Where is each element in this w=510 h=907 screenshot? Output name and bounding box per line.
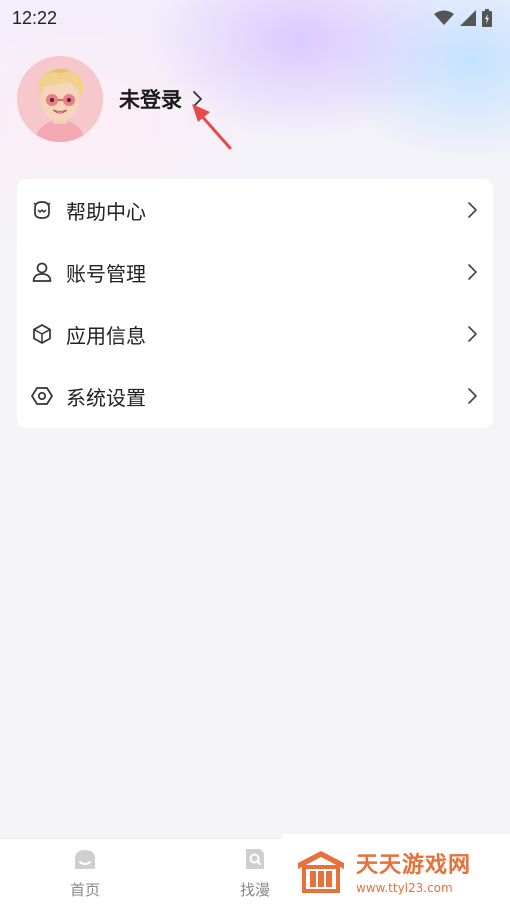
- settings-hexagon-icon: [31, 385, 53, 407]
- menu-item-label: 帮助中心: [66, 199, 146, 224]
- menu-item-system-settings[interactable]: 系统设置: [17, 365, 493, 427]
- watermark-title: 天天游戏网: [356, 852, 472, 878]
- status-time: 12:22: [12, 7, 58, 28]
- status-icons: [434, 9, 492, 27]
- menu-item-app-info[interactable]: 应用信息: [17, 303, 493, 365]
- login-status-label[interactable]: 未登录: [119, 84, 182, 114]
- watermark-url: www.ttyl23.com: [356, 880, 453, 895]
- tab-label: 找漫: [239, 881, 270, 899]
- menu-item-account-management[interactable]: 账号管理: [17, 241, 493, 303]
- tab-home[interactable]: 首页: [25, 839, 145, 907]
- avatar-image: [17, 56, 103, 142]
- profile-header[interactable]: 未登录: [17, 56, 204, 142]
- user-icon: [31, 261, 53, 283]
- battery-icon: [482, 9, 492, 27]
- wifi-icon: [434, 10, 454, 25]
- watermark: 天天游戏网 www.ttyl23.com: [282, 834, 510, 907]
- chevron-right-icon: [467, 200, 481, 220]
- menu-item-label: 系统设置: [66, 385, 146, 410]
- help-center-icon: [31, 199, 53, 221]
- settings-menu-card: 帮助中心 账号管理 应用信息 系统设置: [17, 179, 493, 428]
- watermark-text: 天天游戏网 www.ttyl23.com: [356, 847, 471, 895]
- chevron-right-icon: [467, 324, 481, 344]
- menu-item-label: 账号管理: [66, 261, 146, 286]
- chevron-right-icon: [467, 386, 481, 406]
- avatar[interactable]: [17, 56, 103, 142]
- menu-item-help-center[interactable]: 帮助中心: [17, 179, 493, 241]
- menu-item-label: 应用信息: [66, 323, 146, 348]
- chevron-right-icon: [467, 262, 481, 282]
- status-bar: 12:22: [0, 0, 510, 36]
- home-icon: [72, 847, 98, 875]
- cube-icon: [31, 323, 53, 345]
- search-doc-icon: [242, 847, 268, 875]
- cellular-signal-icon: [460, 10, 476, 26]
- watermark-logo-icon: [298, 850, 344, 893]
- annotation-arrow-icon: [192, 104, 232, 150]
- tab-label: 首页: [69, 881, 100, 899]
